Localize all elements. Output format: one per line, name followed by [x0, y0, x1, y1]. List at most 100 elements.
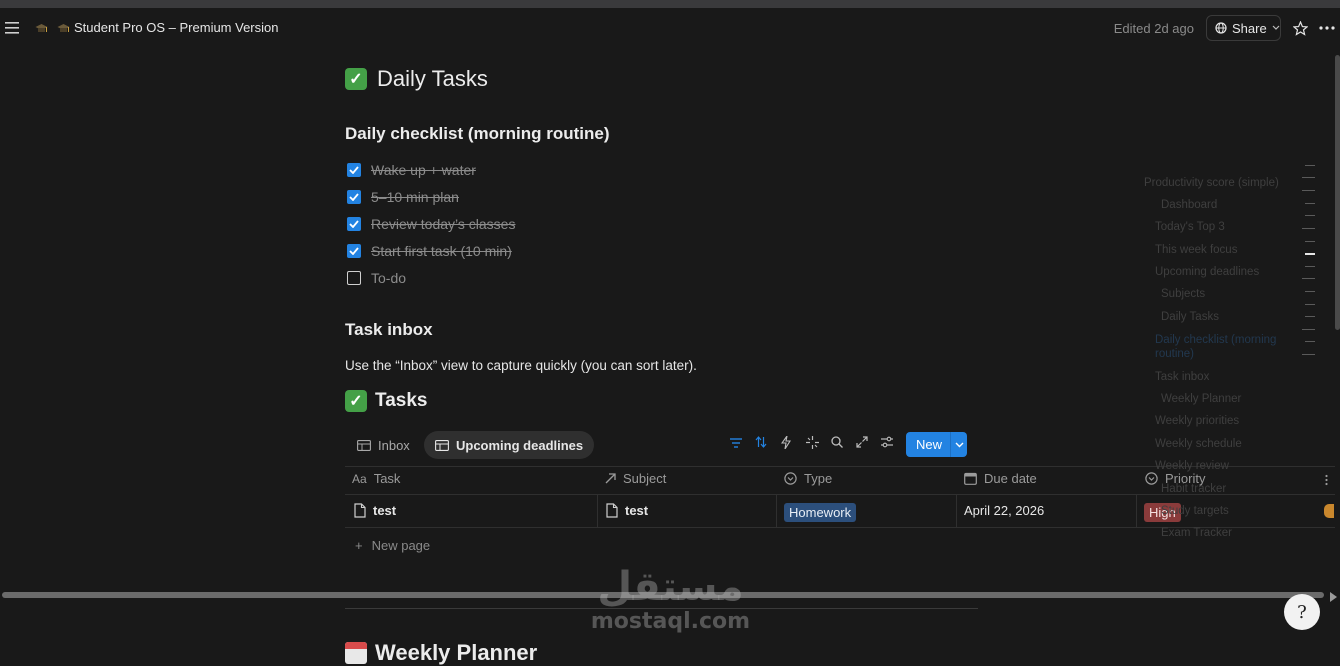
calendar-icon	[964, 472, 977, 485]
page-title: ✓ Daily Tasks	[345, 66, 488, 92]
column-header-label: Task	[373, 471, 401, 486]
checkbox-unchecked-icon[interactable]	[347, 271, 361, 285]
outline-item[interactable]: Productivity score (simple)	[1144, 177, 1279, 189]
outline-dash	[1305, 266, 1315, 267]
share-label: Share	[1232, 20, 1267, 36]
new-page-label: New page	[371, 538, 431, 553]
automation-bolt-icon[interactable]	[780, 435, 791, 452]
outline-dash	[1305, 203, 1315, 204]
outline-dash	[1305, 215, 1315, 216]
type-cell[interactable]: Homework	[784, 503, 857, 522]
sort-icon[interactable]	[755, 436, 767, 451]
star-icon[interactable]	[1292, 20, 1308, 36]
todo-placeholder[interactable]: To-do	[371, 270, 406, 286]
expand-icon[interactable]	[856, 436, 868, 451]
checkbox-checked-icon[interactable]	[347, 163, 361, 177]
scroll-right-arrow-icon[interactable]	[1330, 589, 1337, 607]
status-dot	[1324, 504, 1334, 518]
graduation-cap-icon[interactable]	[34, 21, 48, 35]
subject-link[interactable]: test	[625, 503, 648, 518]
help-icon: ?	[1297, 601, 1307, 623]
watermark-arabic: مستقل	[597, 564, 744, 610]
column-header-label: Subject	[623, 471, 667, 486]
outline-item[interactable]: Upcoming deadlines	[1155, 266, 1259, 278]
chevron-down-icon[interactable]	[951, 442, 967, 448]
outline-item[interactable]: Weekly review	[1155, 460, 1229, 472]
filter-icon[interactable]	[730, 436, 742, 451]
todo-item[interactable]: Wake up + water	[347, 162, 476, 178]
outline-dash	[1302, 354, 1315, 355]
todo-label[interactable]: Review today’s classes	[371, 216, 515, 232]
task-cell[interactable]: test	[373, 503, 396, 518]
outline-item[interactable]: Daily Tasks	[1161, 311, 1219, 323]
outline-item[interactable]: Habit tracker	[1161, 483, 1226, 495]
share-button[interactable]: Share	[1206, 15, 1281, 41]
type-tag: Homework	[784, 503, 857, 522]
todo-item[interactable]: Start first task (10 min)	[347, 243, 512, 259]
outline-dash	[1305, 291, 1315, 292]
outline-item[interactable]: Today's Top 3	[1155, 221, 1225, 233]
table-row[interactable]: test	[354, 503, 396, 518]
todo-label[interactable]: Wake up + water	[371, 162, 476, 178]
outline-item-active[interactable]: Daily checklist (morning routine)	[1155, 333, 1285, 361]
column-header-label: Due date	[984, 471, 1037, 486]
window-top-strip	[0, 0, 1340, 8]
outline-item[interactable]: Weekly priorities	[1155, 415, 1239, 427]
outline-item[interactable]: This week focus	[1155, 244, 1237, 256]
due-date-cell[interactable]: April 22, 2026	[964, 503, 1044, 518]
settings-sliders-icon[interactable]	[881, 436, 893, 451]
page-icon	[354, 503, 366, 518]
due-date-value: April 22, 2026	[964, 503, 1045, 518]
checkbox-checked-icon[interactable]	[347, 190, 361, 204]
column-header-subject[interactable]: Subject	[605, 471, 666, 486]
view-tab-inbox[interactable]: Inbox	[346, 431, 421, 459]
outline-item[interactable]: Study targets	[1161, 505, 1229, 517]
outline-item[interactable]: Weekly Planner	[1161, 393, 1241, 405]
todo-label[interactable]: Start first task (10 min)	[371, 243, 512, 259]
todo-item[interactable]: 5–10 min plan	[347, 189, 459, 205]
weekly-planner-heading: Weekly Planner	[345, 640, 537, 666]
ai-sparkle-icon[interactable]	[806, 436, 819, 452]
outline-item[interactable]: Weekly schedule	[1155, 438, 1242, 450]
outline-dash	[1305, 241, 1315, 242]
new-button-label[interactable]: New	[906, 437, 950, 452]
menu-icon[interactable]	[4, 20, 20, 36]
todo-item[interactable]: Review today’s classes	[347, 216, 515, 232]
new-page-row[interactable]: + New page	[355, 538, 430, 553]
column-header-task[interactable]: Aa Task	[352, 471, 400, 486]
title-aa-icon: Aa	[352, 471, 367, 486]
todo-label[interactable]: 5–10 min plan	[371, 189, 459, 205]
database-title-text[interactable]: Tasks	[375, 390, 427, 412]
checkbox-checked-icon[interactable]	[347, 217, 361, 231]
column-divider	[1136, 495, 1137, 527]
checkbox-checked-icon[interactable]	[347, 244, 361, 258]
outline-item[interactable]: Dashboard	[1161, 199, 1217, 211]
column-divider	[597, 495, 598, 527]
relation-arrow-icon	[605, 473, 616, 484]
search-icon[interactable]	[831, 436, 843, 451]
subject-cell[interactable]: test	[606, 503, 648, 518]
white-check-mark-emoji-icon: ✓	[345, 390, 367, 412]
vertical-scrollbar[interactable]	[1335, 55, 1340, 330]
edited-timestamp: Edited 2d ago	[1113, 21, 1194, 36]
breadcrumb-title[interactable]: Student Pro OS – Premium Version	[74, 20, 278, 35]
column-header-type[interactable]: Type	[784, 471, 832, 486]
more-options-icon[interactable]	[1318, 20, 1336, 36]
page-icon	[606, 503, 618, 518]
column-header-due-date[interactable]: Due date	[964, 471, 1037, 486]
outline-dash	[1305, 341, 1315, 342]
outline-item[interactable]: Subjects	[1161, 288, 1205, 300]
view-tab-upcoming-deadlines[interactable]: Upcoming deadlines	[424, 431, 595, 459]
white-check-mark-emoji-icon: ✓	[345, 68, 367, 90]
new-record-button[interactable]: New	[906, 432, 967, 457]
view-tab-label: Upcoming deadlines	[456, 437, 584, 453]
globe-icon	[1215, 22, 1227, 34]
outline-item[interactable]: Exam Tracker	[1161, 527, 1232, 539]
chevron-down-icon	[1272, 25, 1280, 30]
todo-item[interactable]: To-do	[347, 270, 406, 286]
outline-item[interactable]: Task inbox	[1155, 371, 1209, 383]
more-columns-icon[interactable]	[1325, 473, 1329, 486]
help-button[interactable]: ?	[1284, 594, 1320, 630]
database-title[interactable]: ✓ Tasks	[345, 390, 427, 412]
column-divider	[956, 495, 957, 527]
